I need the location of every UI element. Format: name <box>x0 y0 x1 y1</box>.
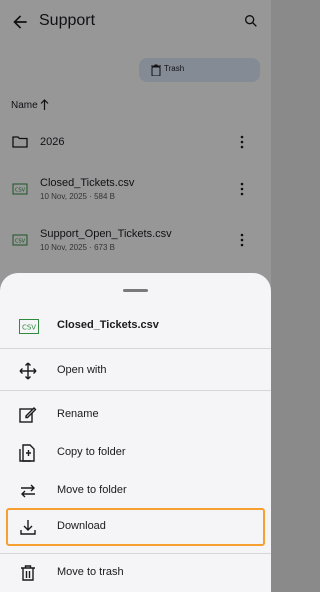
copy-file-icon <box>19 444 35 462</box>
move-to-folder-label: Move to folder <box>57 484 127 496</box>
divider <box>0 390 271 391</box>
drag-handle[interactable] <box>123 289 148 292</box>
trash-icon <box>21 565 35 581</box>
rename-label: Rename <box>57 408 99 420</box>
edit-icon <box>19 407 37 423</box>
copy-to-folder-label: Copy to folder <box>57 446 126 458</box>
download-icon <box>20 520 36 535</box>
download-action[interactable]: Download <box>0 509 271 545</box>
sheet-file-header: CSV Closed_Tickets.csv <box>0 311 271 347</box>
rename-action[interactable]: Rename <box>0 397 271 433</box>
csv-file-icon: CSV <box>19 319 39 334</box>
move-to-folder-action[interactable]: Move to folder <box>0 473 271 509</box>
svg-text:CSV: CSV <box>22 324 36 332</box>
swap-arrows-icon <box>21 484 35 498</box>
divider <box>0 553 271 554</box>
open-with-icon <box>19 362 37 380</box>
divider <box>0 348 271 349</box>
move-to-trash-label: Move to trash <box>57 566 124 578</box>
copy-to-folder-action[interactable]: Copy to folder <box>0 435 271 471</box>
download-label: Download <box>57 520 106 532</box>
open-with-label: Open with <box>57 364 107 376</box>
move-to-trash-action[interactable]: Move to trash <box>0 555 271 591</box>
bottom-sheet: CSV Closed_Tickets.csv Open with Rename … <box>0 273 271 592</box>
sheet-file-name: Closed_Tickets.csv <box>57 319 159 331</box>
open-with-action[interactable]: Open with <box>0 353 271 389</box>
